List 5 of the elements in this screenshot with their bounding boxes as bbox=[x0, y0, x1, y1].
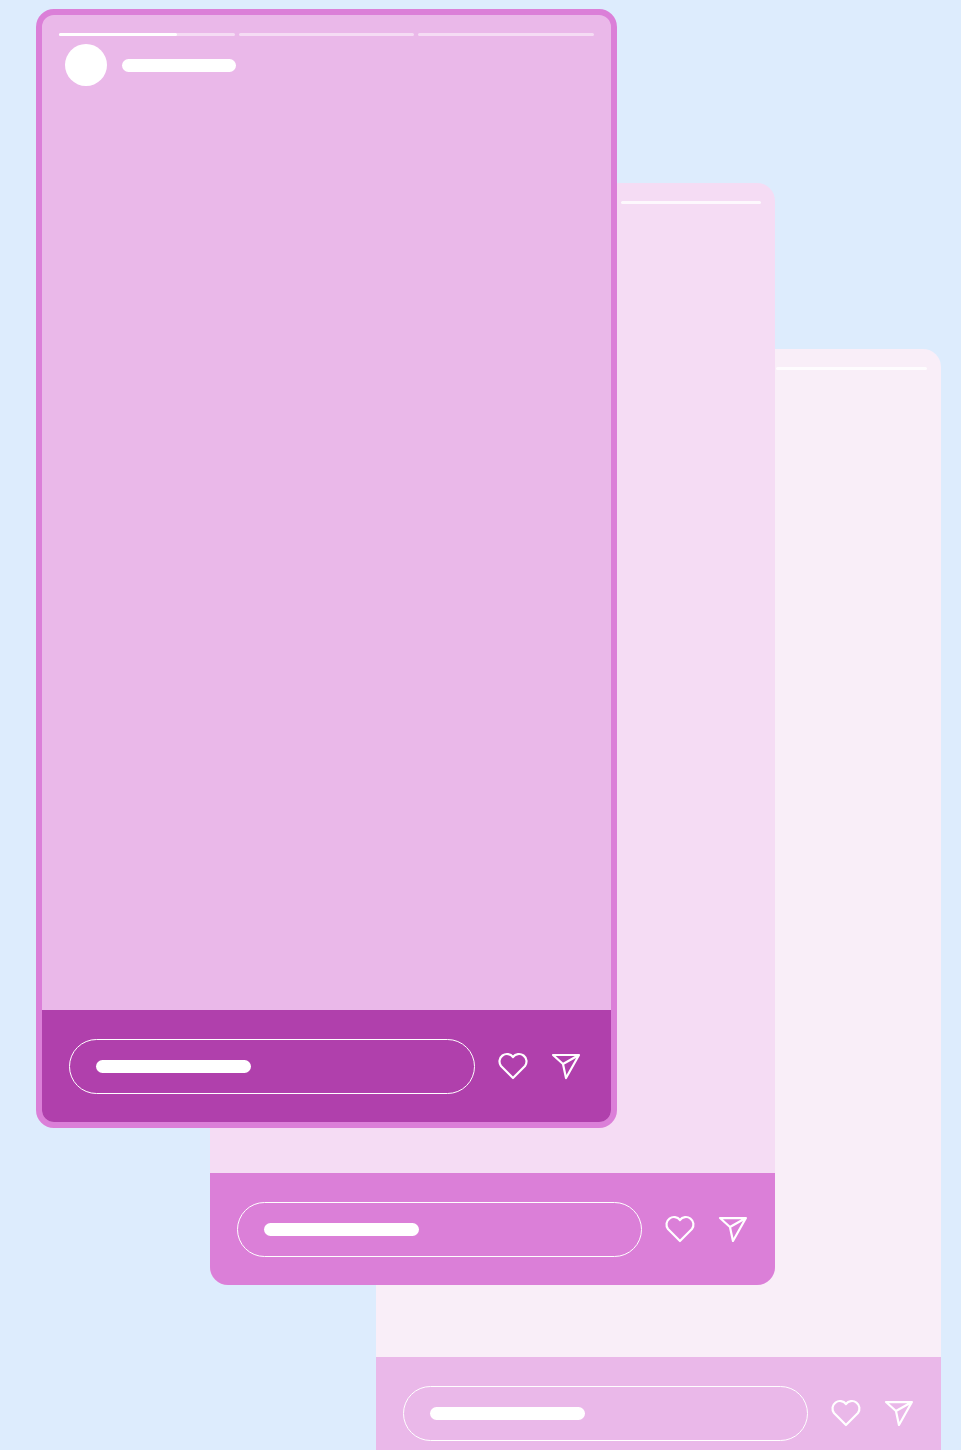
avatar bbox=[65, 44, 107, 86]
heart-icon[interactable] bbox=[664, 1215, 697, 1243]
send-icon[interactable] bbox=[551, 1052, 581, 1080]
heart-icon[interactable] bbox=[497, 1052, 529, 1080]
send-icon[interactable] bbox=[718, 1215, 748, 1243]
